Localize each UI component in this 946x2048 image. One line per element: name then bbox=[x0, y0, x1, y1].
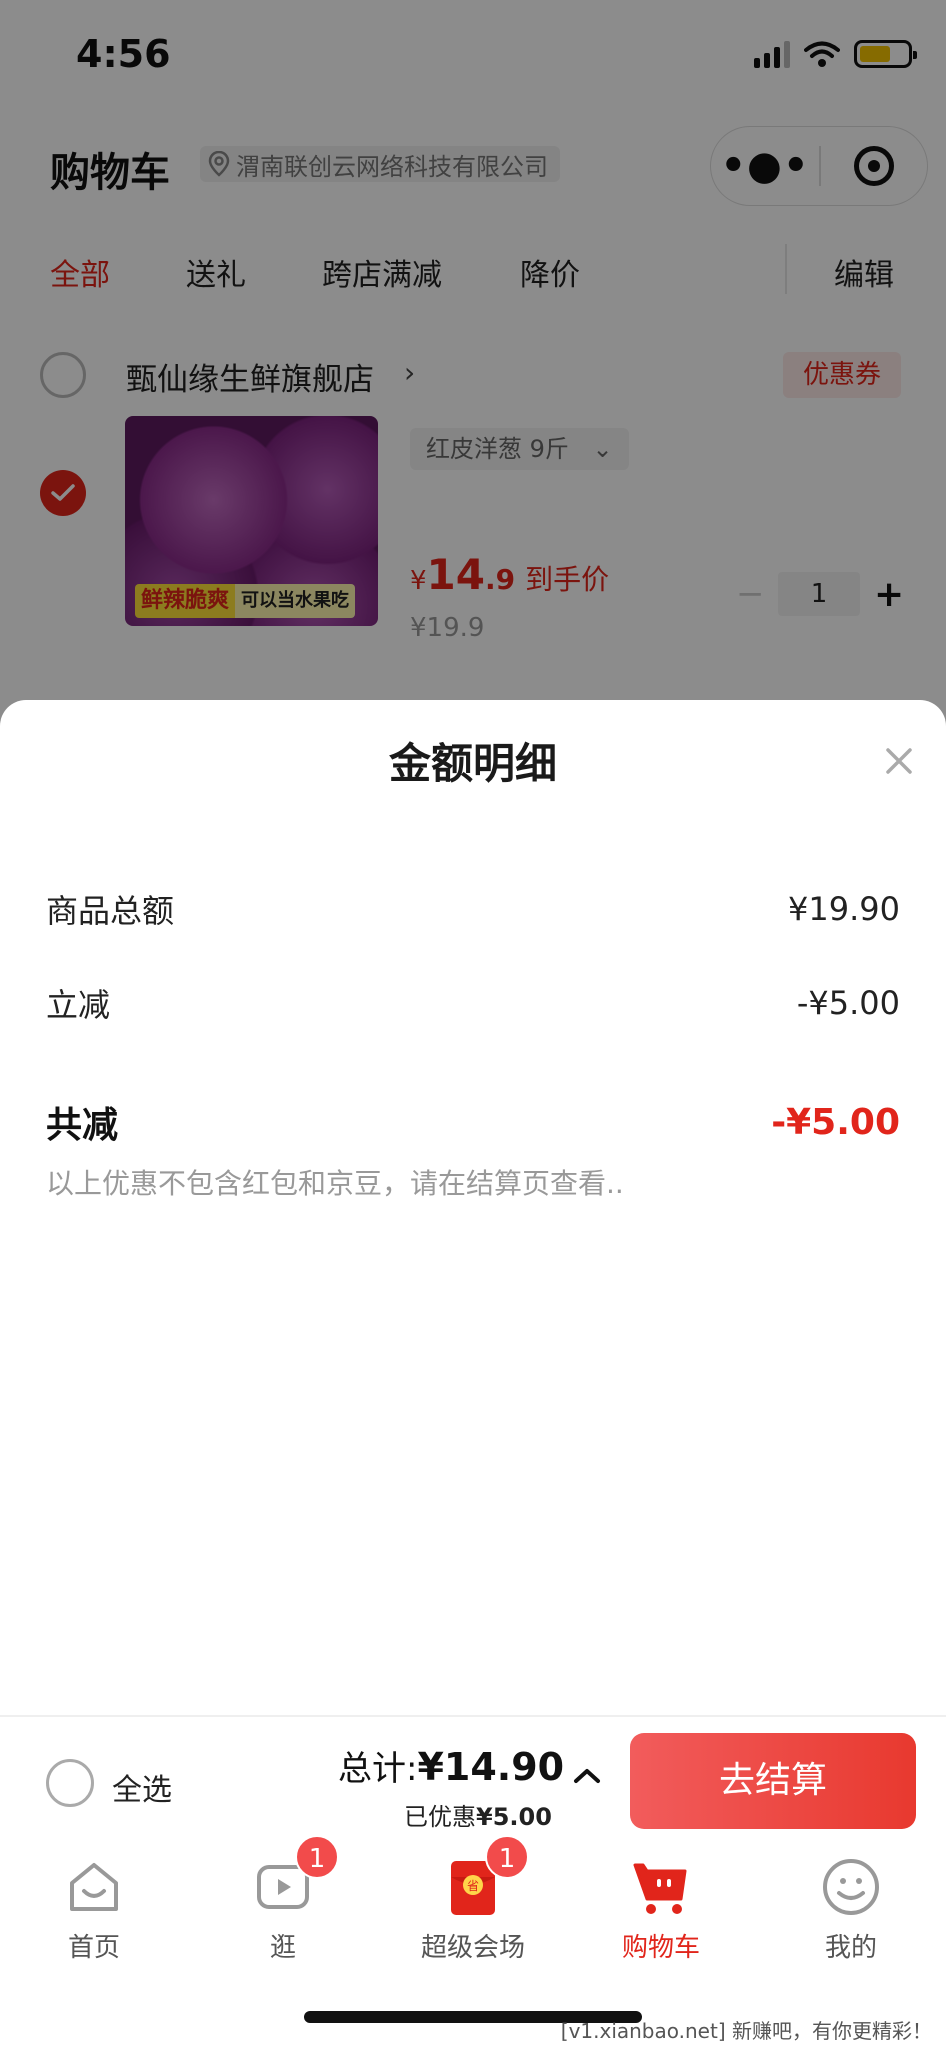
tabbar-super-venue[interactable]: 省 1 超级会场 bbox=[408, 1835, 538, 1964]
checkout-button[interactable]: 去结算 bbox=[630, 1733, 916, 1829]
modal-overlay[interactable] bbox=[0, 0, 946, 720]
profile-icon bbox=[823, 1859, 879, 1915]
detail-row-subtotal: 商品总额 ¥19.90 bbox=[46, 890, 900, 930]
tabbar-browse[interactable]: 1 逛 bbox=[218, 1835, 348, 1964]
saved-amount: 已优惠¥5.00 bbox=[404, 1803, 552, 1831]
svg-text:省: 省 bbox=[467, 1879, 479, 1893]
watermark-text: [v1.xianbao.net] 新赚吧，有你更精彩！ bbox=[560, 2019, 932, 2043]
amount-detail-sheet: 金额明细 商品总额 ¥19.90 立减 -¥5.00 共减 -¥5.00 以上优… bbox=[0, 700, 946, 1715]
select-all-radio[interactable] bbox=[46, 1759, 94, 1807]
cart-icon bbox=[633, 1863, 687, 1914]
close-icon[interactable] bbox=[874, 736, 924, 786]
browse-badge: 1 bbox=[295, 1835, 339, 1879]
chevron-up-icon[interactable] bbox=[570, 1761, 604, 1791]
home-icon bbox=[70, 1863, 118, 1911]
sheet-title: 金额明细 bbox=[388, 739, 557, 788]
detail-row-total-discount: 共减 -¥5.00 bbox=[46, 1101, 900, 1147]
total-price: 总计:¥14.90 bbox=[338, 1745, 565, 1789]
tabbar-cart[interactable]: 购物车 bbox=[596, 1857, 726, 1964]
discount-note: 以上优惠不包含红包和京豆，请在结算页查看.. bbox=[46, 1167, 624, 1200]
tabbar-home[interactable]: 首页 bbox=[29, 1857, 159, 1964]
detail-row-discount: 立减 -¥5.00 bbox=[46, 984, 900, 1024]
bottom-tab-bar: 首页 1 逛 省 1 超级会场 购物车 我的 [v1.xianbao.net] … bbox=[0, 1835, 946, 2048]
super-venue-badge: 1 bbox=[485, 1835, 529, 1879]
tabbar-profile[interactable]: 我的 bbox=[786, 1857, 916, 1964]
checkout-bar: 全选 总计:¥14.90 已优惠¥5.00 去结算 bbox=[0, 1715, 946, 1843]
select-all-label[interactable]: 全选 bbox=[112, 1765, 172, 1809]
